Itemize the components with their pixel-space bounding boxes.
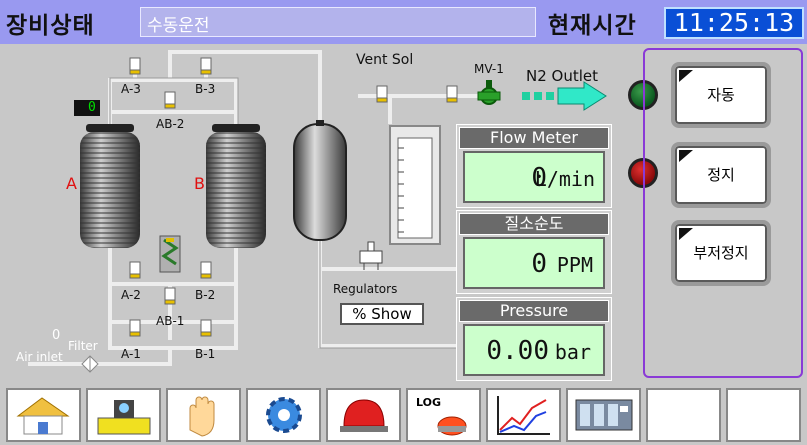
status-title: 장비상태	[6, 13, 95, 39]
valve-ab1-label: AB-1	[156, 314, 185, 328]
tank-a-label: A	[66, 174, 77, 193]
purity-title: 질소순도	[459, 213, 609, 235]
pressure-value: 0.00	[486, 336, 549, 366]
flow-meter-title: Flow Meter	[459, 127, 609, 149]
n2-outlet-arrow	[522, 81, 607, 111]
counter-value: 0	[88, 100, 96, 115]
purity-panel: 질소순도 0 PPM	[456, 210, 612, 294]
valve-a2-label: A-2	[121, 288, 141, 302]
regulator-icon	[359, 241, 383, 270]
flow-meter-unit: L/min	[534, 167, 595, 191]
io-button[interactable]	[566, 388, 641, 442]
stop-button-label: 정지	[707, 166, 735, 184]
clock-display: 11:25:13	[664, 7, 804, 39]
command-panel: 자동 정지 부저정지	[643, 48, 803, 378]
trend-button[interactable]	[486, 388, 561, 442]
panel-icon	[575, 399, 633, 431]
hand-icon	[189, 396, 215, 437]
vent-sol-label: Vent Sol	[356, 52, 414, 68]
time-title: 현재시간	[548, 13, 637, 39]
alarm-button[interactable]	[326, 388, 401, 442]
stop-button[interactable]: 정지	[671, 142, 771, 208]
pressure-panel: Pressure 0.00 bar	[456, 297, 612, 381]
empty-button-2[interactable]	[726, 388, 801, 442]
dryer-icon	[159, 235, 181, 273]
filter-label: Filter	[68, 339, 98, 353]
pressure-unit: bar	[554, 340, 591, 364]
alarm-icon	[340, 399, 388, 432]
tank-b-label: B	[194, 174, 205, 193]
n2-outlet-label: N2 Outlet	[526, 67, 599, 85]
machine-icon	[97, 400, 151, 435]
purity-value: 0	[531, 249, 547, 279]
empty-button-1[interactable]	[646, 388, 721, 442]
pressure-title: Pressure	[459, 300, 609, 322]
valve-b2-label: B-2	[195, 288, 216, 302]
buzzer-stop-button[interactable]: 부저정지	[671, 220, 771, 286]
log-icon	[437, 416, 467, 436]
auto-button-label: 자동	[707, 86, 735, 104]
counter-box	[74, 100, 100, 116]
overview-button[interactable]	[86, 388, 161, 442]
air-inlet-label: Air inlet	[16, 350, 63, 364]
valve-b3-label: B-3	[195, 82, 216, 96]
valve-b1-label: B-1	[195, 347, 216, 361]
flowmeter-tube	[389, 125, 441, 245]
valve-ab2-label: AB-2	[156, 117, 185, 131]
flow-meter-panel: Flow Meter 0 L/min	[456, 124, 612, 208]
mv1-label: MV-1	[474, 62, 504, 76]
trend-chart-icon	[497, 396, 550, 435]
bottom-toolbar: LOG	[0, 386, 807, 445]
valve-a1-label: A-1	[121, 347, 141, 361]
pressure-display: 0.00 bar	[463, 324, 605, 376]
home-icon	[16, 397, 70, 435]
header-bar: 장비상태 수동운전 현재시간 11:25:13	[0, 0, 807, 44]
show-percent-button[interactable]: % Show	[340, 303, 424, 325]
regulators-label: Regulators	[333, 282, 398, 296]
home-button[interactable]	[6, 388, 81, 442]
auto-button[interactable]: 자동	[671, 62, 771, 128]
log-button[interactable]: LOG	[406, 388, 481, 442]
settings-button[interactable]	[246, 388, 321, 442]
purity-display: 0 PPM	[463, 237, 605, 289]
mode-display: 수동운전	[140, 7, 536, 37]
tank-a	[80, 124, 140, 248]
purity-unit: PPM	[556, 253, 593, 277]
filter-zero-value: 0	[52, 328, 61, 343]
filter-icon	[81, 355, 99, 373]
buzzer-stop-button-label: 부저정지	[693, 244, 749, 262]
mode-value: 수동운전	[147, 16, 210, 36]
manual-button[interactable]	[166, 388, 241, 442]
tank-b	[206, 124, 266, 248]
gear-icon	[266, 397, 302, 433]
receiver-vessel	[293, 120, 347, 241]
flow-meter-display: 0 L/min	[463, 151, 605, 203]
valve-a3-label: A-3	[121, 82, 141, 96]
mv1-valve-icon	[477, 80, 501, 105]
